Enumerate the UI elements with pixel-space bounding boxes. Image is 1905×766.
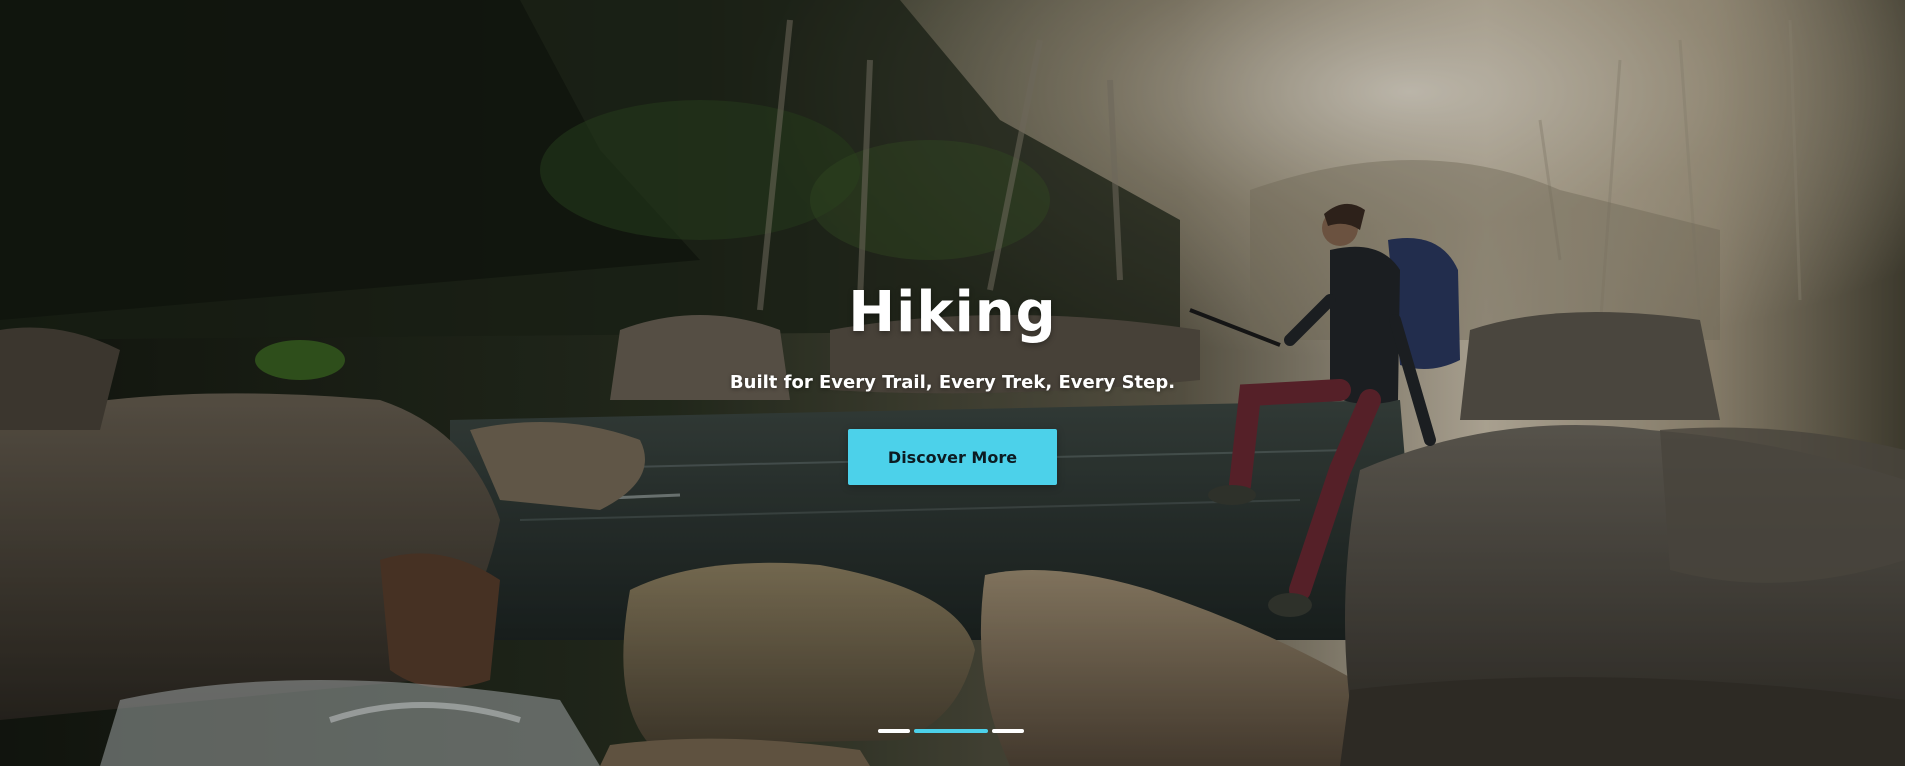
carousel-indicators <box>878 729 1024 733</box>
carousel-dot-3[interactable] <box>992 729 1024 733</box>
hero-banner: Hiking Built for Every Trail, Every Trek… <box>0 0 1905 766</box>
hero-content: Hiking Built for Every Trail, Every Trek… <box>0 0 1905 766</box>
carousel-dot-1[interactable] <box>878 729 910 733</box>
hero-subtitle: Built for Every Trail, Every Trek, Every… <box>729 372 1176 393</box>
carousel-dot-2-active[interactable] <box>914 729 988 733</box>
hero-title: Hiking <box>848 280 1057 345</box>
discover-more-button[interactable]: Discover More <box>848 429 1057 485</box>
